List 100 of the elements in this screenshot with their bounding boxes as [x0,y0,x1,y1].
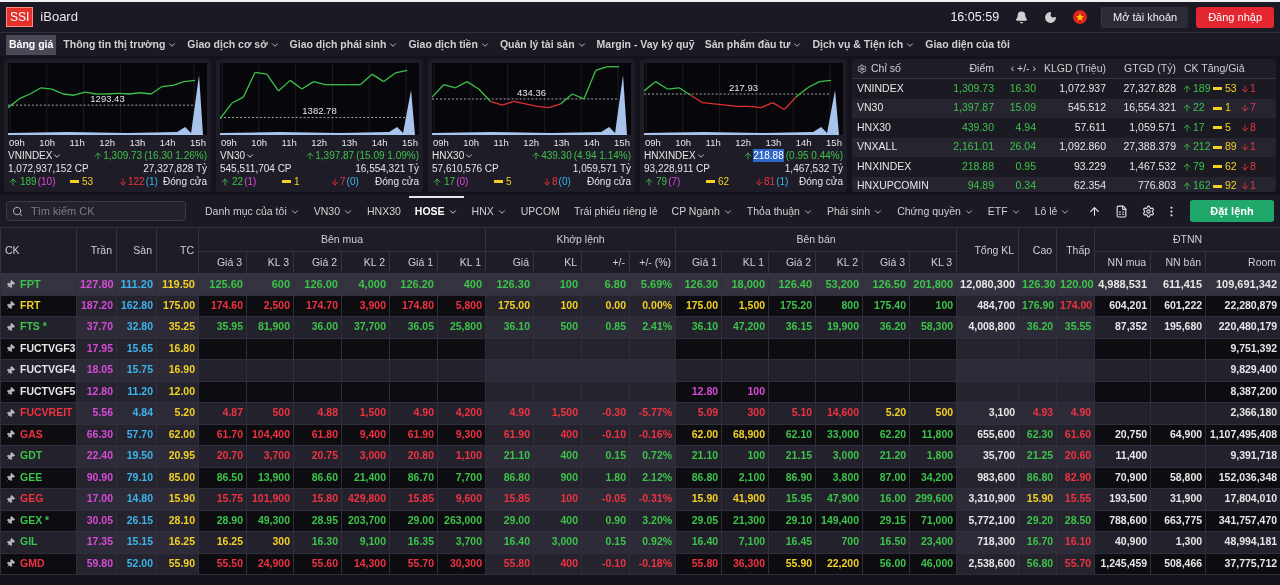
trade-volume: 93.229 [1072,158,1106,174]
table-row[interactable]: GEX * 30.05 26.15 28.10 28.90 49,300 28.95 203,700 29.00 263,000 29.00 400 0.90 3.20% 29.05 21,300 29.10 149,400 29.15 71,000 5,772,100 29.20 28.50 788,600 663,775 341,757,470 [0,510,1280,532]
table-row[interactable]: GAS 66.30 57.70 62.00 61.70 104,400 61.80 9,400 61.90 9,300 61.90 400 -0.10 -0.16% 62.00 68,900 62.10 33,000 62.20 11,800 655,600 62.30 61.60 20,750 64,900 1,107,495,408 [0,424,1280,446]
time-label: 12h [311,136,328,149]
time-label: 14h [583,136,600,149]
unchanged-count: 89 [1225,139,1238,155]
settings-icon[interactable] [857,63,867,74]
index-card[interactable]: 434.36 09h 10h 11h 12h 13h 14h 15h HNX30 439.30 (4.94 1.14%) 57,610,576 CP 1,059,571 Tỷ 17(0) 5 8(0) Đóng cửa [428,59,635,192]
vietnam-flag-icon[interactable] [1073,10,1088,24]
down-arrow-icon [1240,103,1250,114]
moon-icon[interactable] [1044,10,1058,24]
filter-tab[interactable]: Phái sinh [820,196,890,226]
time-label: 15h [190,136,206,149]
filter-tab[interactable]: CP Ngành [665,196,739,226]
index-name[interactable]: VN30 [220,149,255,162]
filter-tab[interactable]: VN30 [307,196,359,226]
index-name[interactable]: VNINDEX [8,149,63,162]
filter-tab[interactable]: Lô lẻ [1028,196,1077,226]
time-label: 13h [553,136,570,149]
filter-tab[interactable]: Danh mục của tôi [199,196,306,226]
login-button[interactable]: Đăng nhập [1196,6,1274,28]
unchanged-count: 53 [82,175,94,188]
unchanged-count: 62 [1225,158,1238,174]
search-field[interactable]: Tìm kiếm CK [6,201,186,221]
flat-icon [70,180,79,183]
flat-icon [282,180,291,183]
pin-icon[interactable] [4,363,17,377]
logo[interactable]: SSI [6,7,34,27]
declines-count: 81 [764,175,776,188]
flat-icon [1213,106,1222,110]
table-row[interactable]: FUCVREIT 5.56 4.84 5.20 4.87 500 4.88 1,500 4.90 4,200 4.90 1,500 -0.30 -5.77% 5.09 300 5.10 14,600 5.20 500 3,100 4.93 4.90 2,366,180 [0,402,1280,424]
pin-icon[interactable] [4,449,17,463]
filter-tab[interactable]: Trái phiếu riêng lẻ [567,196,664,226]
open-account-button[interactable]: Mở tài khoản [1101,6,1189,28]
spreadsheet-icon[interactable] [1115,204,1128,218]
trade-volume: 1,092.860 [1058,139,1106,155]
index-row[interactable]: HNX30 439.30 4.94 57.611 1,059.571 17 5 8 [852,118,1276,138]
table-row[interactable]: GIL 17.35 15.15 16.25 16.25 300 16.30 9,100 16.35 3,700 16.40 3,000 0.15 0.92% 16.40 7,100 16.45 700 16.50 23,400 718,300 16.70 16.10 40,900 1,300 48,994,181 [0,531,1280,553]
nav-item[interactable]: Giao dịch cơ sở [184,34,283,55]
advances-count: 162 [1193,178,1212,192]
index-card[interactable]: 217.93 09h 10h 11h 12h 13h 14h 15h HNXINDEX 218.88 (0.95 0.44%) 93,228,911 CP 1,467,532 Tỷ 79(7) 62 81(1) Đóng cửa [640,59,847,192]
nav-item[interactable]: Bảng giá [6,34,57,55]
up-arrow-icon [1182,161,1192,172]
table-row[interactable]: GEE 90.90 79.10 85.00 86.50 13,900 86.60 21,400 86.70 7,700 86.80 900 1.80 2.12% 86.80 2,100 86.90 3,800 87.00 34,200 983,600 86.80 82.90 70,900 58,800 152,036,348 [0,467,1280,489]
up-arrow-icon [1182,83,1192,94]
nav-item[interactable]: Giao diện của tôi [922,34,1013,55]
pin-icon[interactable] [4,406,17,420]
index-row[interactable]: VN30 1,397.87 15.09 545.512 16,554.321 22 1 7 [852,98,1276,118]
index-row[interactable]: HNXINDEX 218.88 0.95 93.229 1,467.532 79 62 8 [852,157,1276,177]
table-row[interactable]: FUCTVGF5 12.80 11.20 12.00 12.80 100 8,387,200 [0,381,1280,403]
scroll-top-icon[interactable] [1088,204,1101,218]
pin-icon[interactable] [4,320,17,334]
nav-item[interactable]: Thông tin thị trường [60,34,181,55]
table-row[interactable]: GDT 22.40 19.50 20.95 20.70 3,700 20.75 3,000 20.80 1,100 21.10 400 0.15 0.72% 21.10 100 21.15 3,000 21.20 1,800 35,700 21.25 20.60 11,400 9,391,718 [0,445,1280,467]
nav-item[interactable]: Sản phẩm đầu tư [701,34,806,55]
column-header: KLGD (Triệu) [1043,60,1106,76]
index-change: 4.94 [1014,119,1036,135]
nav-item[interactable]: Dịch vụ & Tiện ích [809,34,919,55]
table-row[interactable]: GEG 17.00 14.80 15.90 15.75 101,900 15.80 429,800 15.85 9,600 15.85 100 -0.05 -0.31% 15.90 41,900 15.95 47,900 16.00 299,600 3,310,900 15.90 15.55 193,500 31,900 17,804,010 [0,488,1280,510]
table-row[interactable]: FPT 127.80 111.20 119.50 125.60 600 126.00 4,000 126.20 400 126.30 100 6.80 5.69% 126.30 18,000 126.40 53,200 126.50 201,800 12,080,300 126.30 120.00 4,988,531 611,415 109,691,342 [0,273,1280,295]
down-arrow-icon [118,176,128,187]
ceiling-count: (0) [456,175,469,188]
nav-item[interactable]: Quản lý tài sản [496,34,590,55]
search-icon [12,206,23,217]
trade-volume: 545.512 [1067,100,1106,116]
filter-tab[interactable]: Chứng quyền [891,196,980,226]
nav-item[interactable]: Giao dịch tiền [405,34,493,55]
table-row[interactable]: FUCTVGF4 18.05 15.75 16.90 9,829,400 [0,359,1280,381]
filter-tab[interactable]: HNX30 [361,196,407,226]
pin-icon[interactable] [4,277,17,291]
index-card[interactable]: 1293.43 09h 10h 11h 12h 13h 14h 15h VNINDEX 1,309.73 (16.30 1.26%) 1,072,937,152 CP 27,327,828 Tỷ 189(10) 53 122(1) Đóng cửa [4,59,211,192]
column-header: ‹ +/- › [1010,60,1036,76]
up-arrow-icon [8,176,18,187]
column-header: Khớp lệnh [485,227,676,252]
table-row[interactable]: FRT 187.20 162.80 175.00 174.60 2,500 174.70 3,900 174.80 5,800 175.00 100 0.00 0.00% 175.00 1,500 175.20 800 175.40 100 484,700 176.90 174.00 604,201 601,222 22,280,879 [0,295,1280,317]
index-row[interactable]: VNINDEX 1,309.73 16.30 1,072.937 27,327.828 189 53 1 [852,79,1276,99]
column-header: Chỉ số [871,60,901,76]
nav-item[interactable]: Giao dịch phái sinh [286,34,402,55]
table-row[interactable]: FTS * 37.70 32.80 35.25 35.95 81,900 36.00 37,700 36.05 25,800 36.10 500 0.85 2.41% 36.10 47,200 36.15 19,900 36.20 58,300 4,008,800 36.20 35.55 87,352 195,680 220,480,179 [0,316,1280,338]
pin-icon[interactable] [4,492,17,506]
nav-item[interactable]: Margin - Vay ký quỹ [593,34,698,55]
index-row[interactable]: VNXALL 2,161.01 26.04 1,092.860 27,388.379 212 89 1 [852,137,1276,157]
index-name[interactable]: HNXINDEX [644,149,706,162]
index-name: VNXALL [856,139,899,155]
pin-icon[interactable] [4,535,17,549]
filter-tab[interactable]: ETF [981,196,1027,226]
index-name[interactable]: HNX30 [432,149,475,162]
column-header: Trần [76,227,117,274]
index-card[interactable]: 1382.78 09h 10h 11h 12h 13h 14h 15h VN30 1,397.87 (15.09 1.09%) 545,511,704 CP 16,554,321 Tỷ 22(1) 1 7(0) Đóng cửa [216,59,423,192]
table-row[interactable]: FUCTVGF3 17.95 15.65 16.80 9,751,392 [0,338,1280,360]
filter-tab[interactable]: UPCOM [514,196,566,226]
time-label: 10h [675,136,692,149]
settings-icon[interactable] [1142,204,1155,218]
stock-symbol[interactable]: GIL [20,534,38,551]
filter-tab[interactable]: HNX [465,196,513,226]
filter-tab[interactable]: Thỏa thuận [740,196,819,226]
advances-count: 212 [1193,139,1212,155]
notification-bell-icon[interactable] [1015,10,1029,24]
index-points: 1,309.73 [952,80,994,96]
table-row[interactable]: GMD 59.80 52.00 55.90 55.50 24,900 55.60 14,300 55.70 30,300 55.80 400 -0.10 -0.18% 55.80 36,300 55.90 22,200 56.00 46,000 2,538,600 56.80 55.70 1,245,459 508,466 37,775,712 [0,553,1280,575]
